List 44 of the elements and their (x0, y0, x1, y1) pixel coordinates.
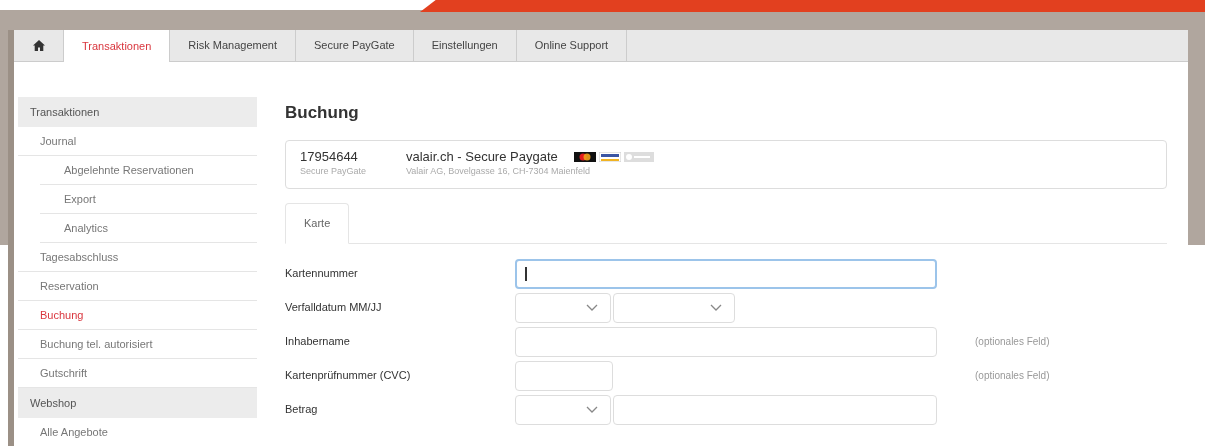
field-label: Betrag (285, 402, 319, 418)
dropdown[interactable] (515, 292, 611, 323)
merchant-name: valair.ch - Secure Paygate (406, 149, 558, 166)
nav-tab[interactable]: Secure PayGate (295, 30, 414, 61)
sidebar-item[interactable]: Buchung (18, 301, 257, 330)
sidebar-item[interactable]: Analytics (40, 214, 257, 243)
input-field[interactable] (515, 326, 937, 357)
chevron-down-icon (710, 303, 722, 312)
field-label: Kartenprüfnummer (CVC) (285, 368, 412, 384)
dropdown[interactable] (515, 394, 611, 425)
home-icon (32, 40, 45, 51)
sidebar-section-header: Transaktionen (18, 97, 257, 127)
field-label: Inhabername (285, 334, 351, 350)
text-cursor (525, 266, 527, 281)
dropdown[interactable] (613, 292, 735, 323)
field-label: Kartennummer (285, 266, 359, 282)
card-icon (623, 152, 654, 163)
merchant-address: Valair AG, Bovelgasse 16, CH-7304 Maienfeld (406, 165, 591, 179)
sidebar-item[interactable]: Alle Angebote (18, 418, 257, 446)
chevron-down-icon (586, 303, 598, 312)
optional-note: (optionales Feld) (975, 335, 1050, 349)
sidebar-item[interactable]: Export (40, 185, 257, 214)
page-title: Buchung (285, 102, 360, 124)
chevron-down-icon (586, 405, 598, 414)
sidebar-item[interactable]: Tagesabschluss (18, 243, 257, 272)
sidebar-item[interactable]: Buchung tel. autorisiert (18, 330, 257, 359)
form-tab[interactable]: Karte (285, 202, 350, 244)
merchant-caption: Secure PayGate (300, 165, 368, 179)
input-field[interactable] (515, 360, 613, 391)
nav-tab[interactable]: Online Support (516, 30, 628, 61)
sidebar-item[interactable]: Reservation (18, 272, 257, 301)
nav-tab[interactable]: Transaktionen (64, 30, 171, 62)
input-field[interactable] (613, 394, 937, 425)
sidebar-item[interactable]: Journal (18, 127, 257, 156)
sidebar-item[interactable]: Abgelehnte Reservationen (40, 156, 257, 185)
sidebar-section-header: Webshop (18, 388, 257, 418)
card-icon (598, 152, 621, 163)
card-icon (573, 152, 596, 163)
optional-note: (optionales Feld) (975, 369, 1050, 383)
nav-tab[interactable]: Einstellungen (413, 30, 517, 61)
field-label: Verfalldatum MM/JJ (285, 300, 383, 316)
merchant-id: 17954644 (300, 149, 359, 166)
nav-tab[interactable]: Risk Management (170, 30, 296, 61)
input-field[interactable] (515, 258, 937, 289)
